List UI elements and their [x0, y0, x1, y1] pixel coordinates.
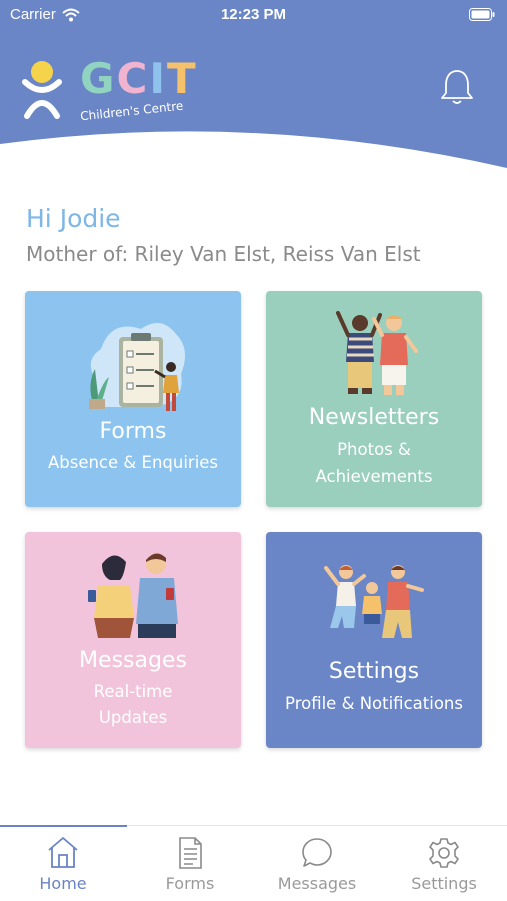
brand-wordmark: GCIT — [80, 54, 198, 103]
newsletters-tile-title: Newsletters — [308, 405, 440, 430]
brand-letter-c: C — [116, 54, 150, 103]
tab-forms[interactable]: Forms — [127, 826, 253, 901]
clock: 12:23 PM — [220, 6, 287, 23]
greeting-text: Hi Jodie — [26, 204, 121, 233]
messages-tile-subtitle-line-2: Updates — [98, 708, 168, 727]
family-jumping-illustration-icon — [324, 565, 424, 638]
forms-tile[interactable]: Forms Absence & Enquiries — [25, 291, 241, 507]
brand-letter-t: T — [166, 54, 198, 103]
forms-tile-subtitle: Absence & Enquiries — [47, 453, 219, 472]
bell-icon[interactable] — [439, 68, 475, 106]
tab-messages-label: Messages — [277, 874, 357, 893]
app-header: Carrier 12:23 PM GCIT Children's Centre — [0, 0, 507, 175]
tab-settings[interactable]: Settings — [381, 826, 507, 901]
settings-tile-subtitle: Profile & Notifications — [285, 694, 463, 713]
tab-home[interactable]: Home — [0, 826, 126, 901]
messages-tile-title: Messages — [79, 648, 187, 673]
children-cheering-illustration-icon — [336, 311, 418, 395]
tab-home-label: Home — [39, 874, 87, 893]
newsletters-tile-subtitle-line-2: Achievements — [315, 467, 433, 486]
gear-icon — [429, 838, 459, 868]
children-list: Mother of: Riley Van Elst, Reiss Van Els… — [26, 242, 421, 266]
document-icon — [179, 837, 202, 869]
brand-letter-g: G — [80, 54, 117, 103]
brand-letter-i: I — [149, 54, 167, 103]
messages-tile[interactable]: Messages Real-time Updates — [25, 532, 241, 748]
forms-tile-title: Forms — [99, 419, 167, 444]
home-icon — [48, 837, 78, 868]
messages-tile-subtitle-line-1: Real-time — [93, 682, 173, 701]
settings-tile-title: Settings — [328, 659, 420, 684]
tab-settings-label: Settings — [411, 874, 477, 893]
battery-icon — [469, 8, 495, 21]
newsletters-tile[interactable]: Newsletters Photos & Achievements — [266, 291, 482, 507]
tab-messages[interactable]: Messages — [254, 826, 380, 901]
clipboard-illustration-icon — [89, 323, 185, 411]
status-bar: Carrier 12:23 PM — [0, 0, 507, 30]
chat-bubble-icon — [302, 838, 332, 867]
newsletters-tile-subtitle-line-1: Photos & — [337, 440, 411, 459]
people-with-phones-illustration-icon — [88, 553, 178, 638]
tab-forms-label: Forms — [165, 874, 215, 893]
settings-tile[interactable]: Settings Profile & Notifications — [266, 532, 482, 748]
logo-figure-icon — [22, 61, 62, 119]
brand-logo: GCIT Children's Centre — [22, 54, 212, 130]
tab-bar: Home Forms Messages Settings — [0, 825, 507, 901]
